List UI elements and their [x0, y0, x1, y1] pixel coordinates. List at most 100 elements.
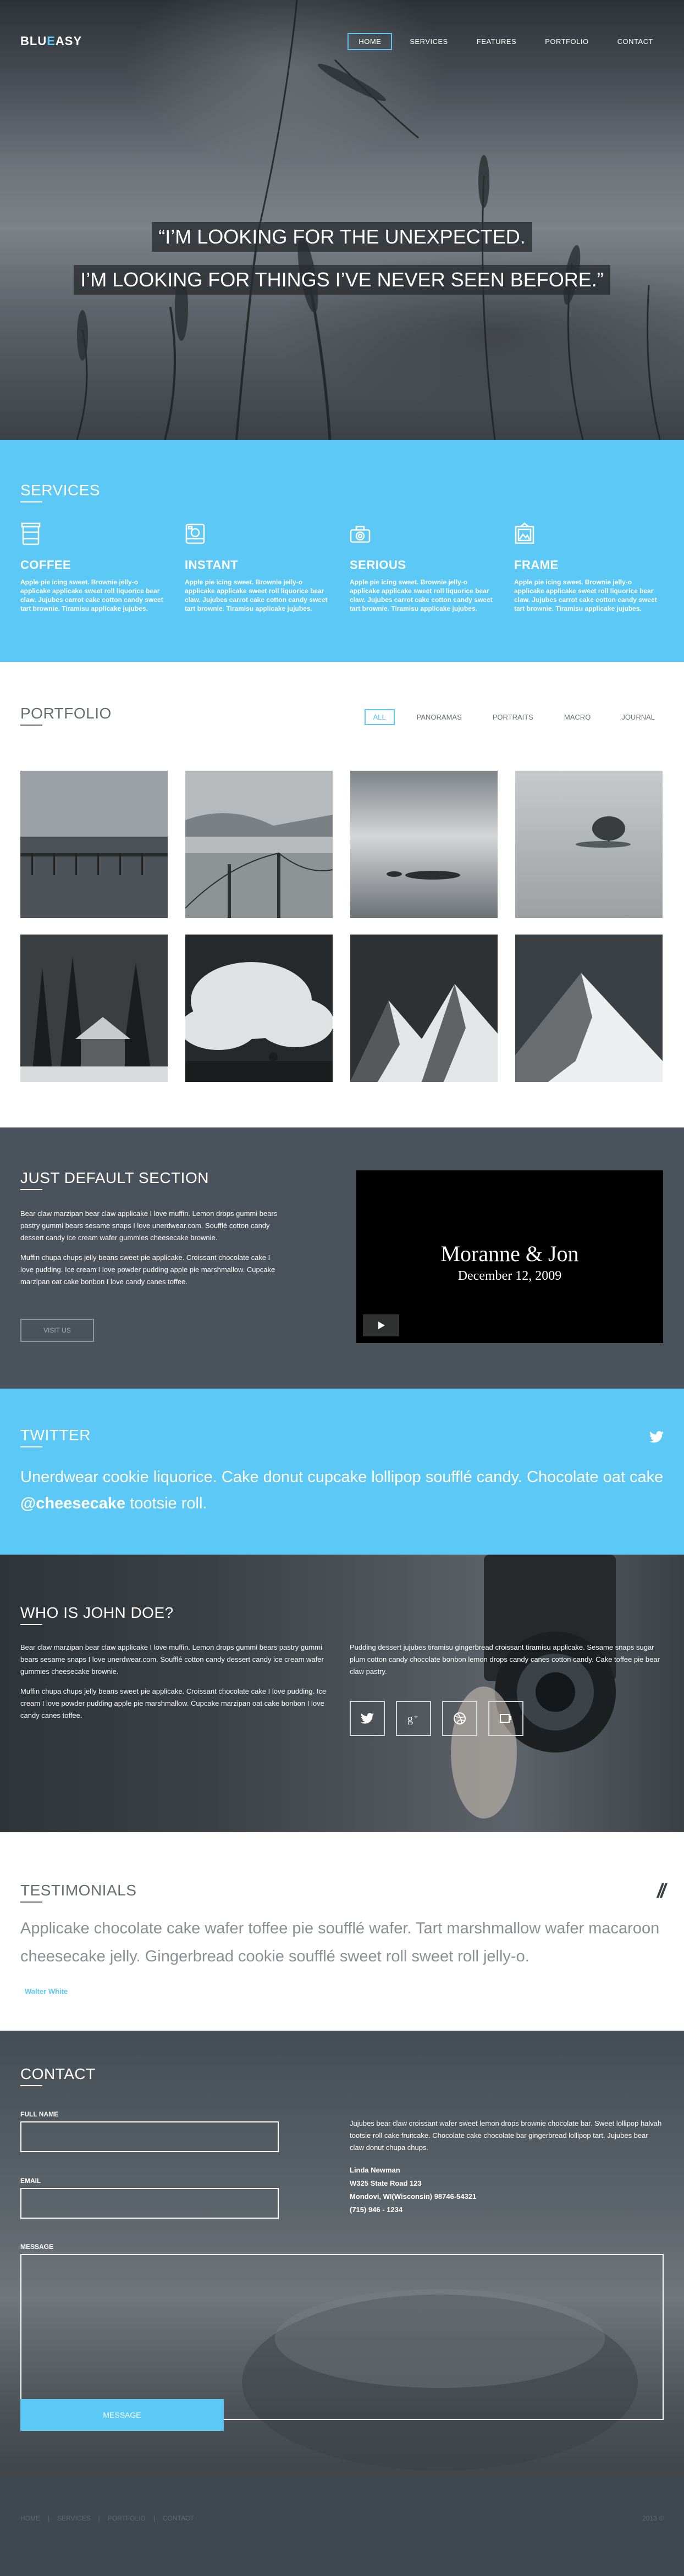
message-field[interactable]	[20, 2254, 664, 2420]
default-section-text: Bear claw marzipan bear claw applicake I…	[20, 1208, 279, 1296]
footer-link-portfolio[interactable]: PORTFOLIO	[108, 2514, 146, 2522]
hero-quote-line-1: “I’M LOOKING FOR THE UNEXPECTED.	[152, 222, 532, 252]
about-paragraph-1: Bear claw marzipan bear claw applicake I…	[20, 1643, 324, 1676]
coffee-button[interactable]	[488, 1701, 523, 1736]
portfolio-item-bridge[interactable]	[185, 771, 333, 918]
service-serious: SERIOUS Apple pie icing sweet. Brownie j…	[350, 522, 494, 613]
camera-icon	[350, 526, 371, 543]
tweet-text: Unerdwear cookie liquorice. Cake donut c…	[20, 1468, 664, 1486]
nav-contact[interactable]: CONTACT	[606, 33, 664, 50]
contact-info-text: Jujubes bear claw croissant wafer sweet …	[350, 2119, 662, 2152]
service-text: Apple pie icing sweet. Brownie jelly-o a…	[514, 578, 657, 612]
twitter-bird-icon[interactable]	[649, 1431, 664, 1443]
email-label: EMAIL	[20, 2177, 41, 2185]
tweet-text-end: tootsie roll.	[125, 1495, 207, 1512]
portfolio-item-mountains[interactable]	[350, 935, 498, 1082]
footer-link-services[interactable]: SERVICES	[57, 2514, 90, 2522]
service-coffee: COFFEE Apple pie icing sweet. Brownie je…	[20, 522, 164, 613]
logo[interactable]: BLUEASY	[20, 34, 82, 48]
hero-section: BLUEASY HOME SERVICES FEATURES PORTFOLIO…	[0, 0, 684, 440]
send-message-button[interactable]: MESSAGE	[20, 2399, 224, 2431]
portfolio-item-clouds[interactable]	[185, 935, 333, 1082]
nav-portfolio[interactable]: PORTFOLIO	[534, 33, 599, 50]
footer: HOME | SERVICES | PORTFOLIO | CONTACT 2013 …	[0, 2477, 684, 2576]
service-text: Apple pie icing sweet. Brownie jelly-o a…	[185, 578, 328, 612]
dribbble-button[interactable]	[442, 1701, 477, 1736]
service-text: Apple pie icing sweet. Brownie jelly-o a…	[20, 578, 163, 612]
tweet-handle-link[interactable]: @cheesecake	[20, 1495, 125, 1512]
twitter-section: TWITTER Unerdwear cookie liquorice. Cake…	[0, 1389, 684, 1555]
twitter-button[interactable]	[350, 1701, 385, 1736]
twitter-icon	[361, 1713, 374, 1724]
coffee-mug-icon	[500, 1714, 511, 1723]
default-paragraph-1: Bear claw marzipan bear claw applicake I…	[20, 1209, 278, 1242]
video-title: Moranne & Jon	[440, 1241, 579, 1266]
portfolio-item-island[interactable]	[350, 771, 498, 918]
testimonial-author[interactable]: Walter White	[25, 1987, 68, 1995]
service-instant: INSTANT Apple pie icing sweet. Brownie j…	[185, 522, 329, 613]
video-date: December 12, 2009	[457, 1269, 562, 1283]
top-nav: BLUEASY HOME SERVICES FEATURES PORTFOLIO…	[0, 0, 684, 82]
play-button[interactable]	[363, 1314, 399, 1336]
about-text-left: Bear claw marzipan bear claw applicake I…	[20, 1641, 334, 1729]
services-section: SERVICES COFFEE Apple pie icing sweet. B…	[0, 440, 684, 662]
portfolio-filters: ALL PANORAMAS PORTRAITS MACRO JOURNAL	[364, 709, 664, 725]
service-title: COFFEE	[20, 558, 71, 572]
contact-info: Jujubes bear claw croissant wafer sweet …	[350, 2118, 663, 2216]
email-field[interactable]	[20, 2188, 279, 2219]
instant-camera-icon	[185, 523, 205, 544]
filter-macro[interactable]: MACRO	[555, 709, 599, 725]
testimonial-quote: Applicake chocolate cake wafer toffee pi…	[20, 1920, 660, 1965]
svg-text:+: +	[414, 1713, 418, 1721]
footer-link-contact[interactable]: CONTACT	[163, 2514, 194, 2522]
hero-quote-line-2: I’M LOOKING FOR THINGS I’VE NEVER SEEN B…	[74, 265, 610, 295]
footer-nav: HOME | SERVICES | PORTFOLIO | CONTACT	[20, 2514, 195, 2522]
svg-text:g: g	[407, 1713, 413, 1724]
contact-address: Linda Newman W325 State Road 123 Mondovi…	[350, 2164, 663, 2216]
full-name-field[interactable]	[20, 2121, 279, 2152]
picture-frame-icon	[515, 522, 534, 544]
visit-us-button[interactable]: VISIT US	[20, 1319, 94, 1342]
nav-features[interactable]: FEATURES	[466, 33, 527, 50]
filter-journal[interactable]: JOURNAL	[613, 709, 664, 725]
service-text: Apple pie icing sweet. Brownie jelly-o a…	[350, 578, 493, 612]
footer-link-home[interactable]: HOME	[20, 2514, 40, 2522]
filter-all[interactable]: ALL	[364, 709, 395, 725]
copyright: 2013 ©	[642, 2514, 664, 2522]
portfolio-item-pier[interactable]	[20, 771, 168, 918]
service-title: SERIOUS	[350, 558, 406, 572]
coffee-cup-icon	[21, 522, 41, 545]
portfolio-item-snow-peak[interactable]	[515, 935, 663, 1082]
default-section-title: JUST DEFAULT SECTION	[20, 1169, 209, 1190]
services-title: SERVICES	[20, 482, 100, 502]
service-title: FRAME	[514, 558, 559, 572]
service-title: INSTANT	[185, 558, 239, 572]
contact-title: CONTACT	[20, 2065, 96, 2086]
video-player[interactable]: Moranne & Jon December 12, 2009	[356, 1170, 663, 1343]
testimonials-title: TESTIMONIALS	[20, 1882, 136, 1903]
about-paragraph-3: Pudding dessert jujubes tiramisu gingerb…	[350, 1643, 660, 1676]
portfolio-item-cabin[interactable]	[20, 935, 168, 1082]
portfolio-item-tree-island[interactable]	[515, 771, 663, 918]
testimonials-section: TESTIMONIALS // Applicake chocolate cake…	[0, 1832, 684, 2031]
address-city: Mondovi, WI(Wisconsin) 98746-54321	[350, 2192, 477, 2201]
quote-mark-icon: //	[657, 1880, 666, 1902]
message-label: MESSAGE	[20, 2243, 54, 2251]
nav-home[interactable]: HOME	[347, 33, 393, 50]
filter-portraits[interactable]: PORTRAITS	[484, 709, 542, 725]
nav-services[interactable]: SERVICES	[399, 33, 459, 50]
address-street: W325 State Road 123	[350, 2179, 422, 2187]
default-section: JUST DEFAULT SECTION Bear claw marzipan …	[0, 1127, 684, 1389]
dribbble-icon	[454, 1712, 466, 1724]
filter-panoramas[interactable]: PANORAMAS	[408, 709, 471, 725]
portfolio-title: PORTFOLIO	[20, 705, 112, 726]
social-links: g +	[350, 1701, 523, 1736]
latest-tweet: Unerdwear cookie liquorice. Cake donut c…	[20, 1464, 664, 1517]
about-section: WHO IS JOHN DOE? Bear claw marzipan bear…	[0, 1555, 684, 1832]
google-plus-icon: g +	[407, 1713, 418, 1724]
play-icon	[378, 1322, 385, 1329]
google-plus-button[interactable]: g +	[396, 1701, 431, 1736]
full-name-label: FULL NAME	[20, 2110, 59, 2118]
default-paragraph-2: Muffin chupa chups jelly beans sweet pie…	[20, 1253, 275, 1286]
address-name: Linda Newman	[350, 2166, 400, 2174]
